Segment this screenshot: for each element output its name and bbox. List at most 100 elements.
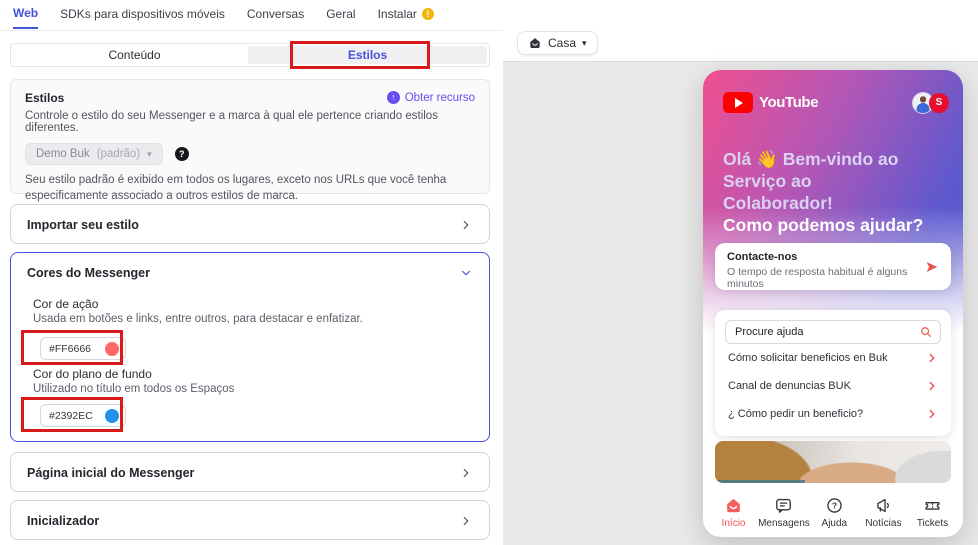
upgrade-circle-icon: ↑ [387,91,400,104]
nav-tab-web[interactable]: Web [13,6,38,29]
styles-info-card: Estilos ↑ Obter recurso Controle o estil… [10,79,490,194]
chevron-down-icon: ▾ [582,38,587,49]
section-messenger-colors-label: Cores do Messenger [27,266,150,280]
search-input[interactable] [735,326,919,338]
help-icon[interactable]: ? [175,147,189,161]
widget-tab-news-label: Notícias [865,518,901,529]
help-link-label: Cómo solicitar beneficios en Buk [728,352,888,364]
widget-tab-help-label: Ajuda [822,518,848,529]
avatar-badge: S [929,93,949,113]
widget-tab-news[interactable]: Notícias [859,494,908,534]
chevron-right-icon [925,407,939,421]
widget-tab-help[interactable]: ? Ajuda [810,494,859,534]
styles-card-footer: Seu estilo padrão é exibido em todos os … [25,173,475,204]
page-selector-label: Casa [548,36,576,50]
nav-tab-general[interactable]: Geral [326,7,355,28]
search-icon [919,325,933,339]
help-link-label: ¿ Cómo pedir un beneficio? [728,408,863,420]
action-color-label: Cor de ação [33,297,98,311]
search-box[interactable] [725,320,941,344]
ticket-icon [923,496,942,515]
nav-divider [0,30,503,31]
action-color-swatch [105,342,119,356]
chevron-right-icon [459,218,473,232]
action-color-description: Usada em botões e links, entre outros, p… [33,313,363,325]
help-link-label: Canal de denuncias BUK [728,380,851,392]
section-import-style-label: Importar seu estilo [27,218,139,232]
home-icon [528,36,542,50]
contact-us-subtitle: O tempo de resposta habitual é alguns mi… [727,266,917,290]
preview-topbar: Casa ▾ [503,0,978,62]
greeting-line-2: Serviço ao [723,170,928,192]
section-launcher-header[interactable]: Inicializador [11,501,489,541]
get-resource-link[interactable]: ↑ Obter recurso [387,91,475,104]
chevron-down-icon: ▾ [147,149,152,160]
background-color-value: #2392EC [49,410,93,422]
get-resource-label: Obter recurso [405,92,475,104]
styles-card-title: Estilos [25,91,64,105]
chat-icon [774,496,793,515]
greeting-question: Como podemos ajudar? [723,214,928,236]
background-color-label: Cor do plano de fundo [33,367,152,381]
section-import-style: Importar seu estilo [10,204,490,244]
chevron-down-icon [459,266,473,280]
widget-tab-home[interactable]: Início [709,494,758,534]
megaphone-icon [874,496,893,515]
preview-canvas: YouTube S Olá 👋 Bem-vindo ao Serviço ao … [503,62,978,545]
section-messenger-homepage-header[interactable]: Página inicial do Messenger [11,453,489,493]
messenger-settings-screen: Web SDKs para dispositivos móveis Conver… [0,0,978,545]
contact-us-title: Contacte-nos [727,251,917,263]
chevron-right-icon [459,514,473,528]
page-selector-dropdown[interactable]: Casa ▾ [517,31,598,55]
background-color-input[interactable]: #2392EC [40,404,126,427]
nav-tab-install-label: Instalar [378,7,417,21]
section-import-style-header[interactable]: Importar seu estilo [11,205,489,245]
help-link[interactable]: Canal de denuncias BUK [725,372,941,400]
styles-card-description: Controle o estilo do seu Messenger e a m… [25,110,475,134]
widget-greeting: Olá 👋 Bem-vindo ao Serviço ao Colaborado… [723,148,928,236]
content-styles-tabbar: Conteúdo Estilos [10,43,490,67]
greeting-line-1: Olá 👋 Bem-vindo ao [723,148,928,170]
widget-tab-messages-label: Mensagens [758,518,810,529]
help-search-card: Cómo solicitar beneficios en Buk Canal d… [715,310,951,436]
background-color-description: Utilizado no título em todos os Espaços [33,383,234,395]
style-selector-dropdown[interactable]: Demo Buk (padrão) ▾ [25,143,163,165]
action-color-value: #FF6666 [49,343,91,355]
greeting-line-3: Colaborador! [723,192,928,214]
action-color-input[interactable]: #FF6666 [40,337,126,360]
svg-text:?: ? [832,501,837,511]
tab-content[interactable]: Conteúdo [11,44,258,66]
help-link[interactable]: Cómo solicitar beneficios en Buk [725,344,941,372]
widget-tab-tickets[interactable]: Tickets [908,494,957,534]
nav-tab-install[interactable]: Instalar ! [378,7,434,28]
news-photo[interactable] [715,441,951,483]
send-icon [924,259,940,275]
section-launcher: Inicializador [10,500,490,540]
section-messenger-homepage-label: Página inicial do Messenger [27,466,194,480]
brand-name: YouTube [759,94,818,111]
question-circle-icon: ? [825,496,844,515]
widget-tab-home-label: Início [722,518,746,529]
widget-tab-tickets-label: Tickets [917,518,948,529]
help-link[interactable]: ¿ Cómo pedir un beneficio? [725,400,941,428]
settings-pane: Web SDKs para dispositivos móveis Conver… [0,0,503,545]
chevron-right-icon [459,466,473,480]
section-launcher-label: Inicializador [27,514,99,528]
background-color-swatch [105,409,119,423]
youtube-play-icon [723,92,753,113]
warning-badge-icon: ! [422,8,434,20]
style-selector-value: Demo Buk [36,148,90,160]
widget-tab-messages[interactable]: Mensagens [758,494,810,534]
nav-tab-conversations[interactable]: Conversas [247,7,304,28]
messenger-widget: YouTube S Olá 👋 Bem-vindo ao Serviço ao … [703,70,963,537]
widget-bottom-nav: Início Mensagens ? [709,494,957,534]
chevron-right-icon [925,379,939,393]
section-messenger-homepage: Página inicial do Messenger [10,452,490,492]
style-selector-suffix: (padrão) [97,148,140,160]
section-messenger-colors-header[interactable]: Cores do Messenger [11,253,489,293]
contact-us-card[interactable]: Contacte-nos O tempo de resposta habitua… [715,243,951,290]
nav-tab-mobile-sdks[interactable]: SDKs para dispositivos móveis [60,7,225,28]
preview-pane: Casa ▾ YouTube S Olá 👋 B [503,0,978,545]
tab-styles[interactable]: Estilos [248,46,487,64]
chevron-right-icon [925,351,939,365]
